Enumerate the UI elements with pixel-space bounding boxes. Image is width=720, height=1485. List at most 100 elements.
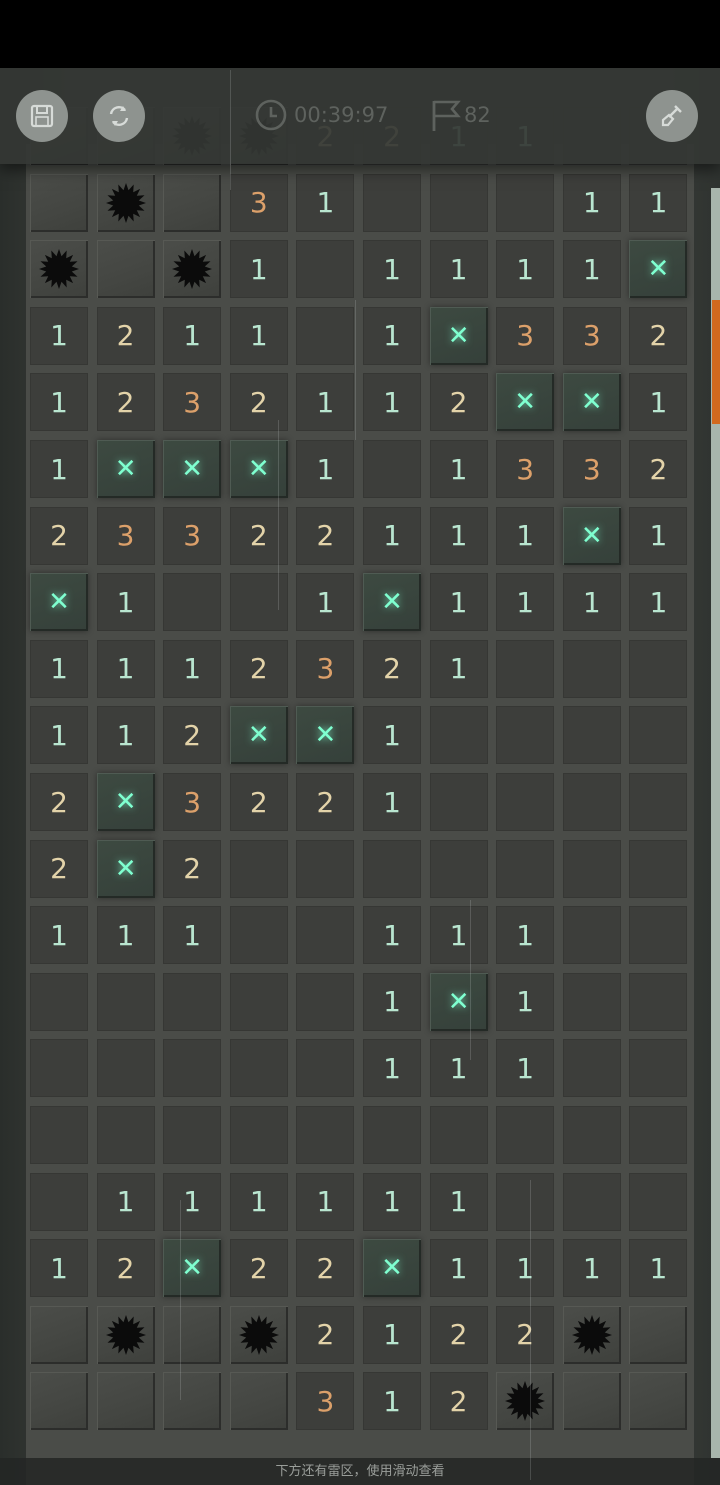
cell-number[interactable]: 1	[96, 906, 155, 965]
cell-empty[interactable]	[496, 839, 555, 898]
minefield-grid[interactable]: 2 2 1 1 3 1 1 1 1 1 1 1 1 ✕ 1 2 1 1 1 ✕ 3 3 2 1 2 3 2 1 1 2 ✕ ✕ 1 1 ✕ ✕ ✕ 1 1 3…	[26, 107, 694, 1485]
cell-empty[interactable]	[496, 173, 555, 232]
cell-number[interactable]: 1	[429, 1172, 488, 1231]
cell-empty[interactable]	[629, 1039, 688, 1098]
cell-number[interactable]: 1	[629, 373, 688, 432]
cell-empty[interactable]	[496, 773, 555, 831]
cell-number[interactable]: 1	[363, 373, 421, 432]
cell-number[interactable]: 1	[363, 906, 421, 965]
cell-number[interactable]: 2	[296, 506, 355, 565]
cell-empty[interactable]	[229, 972, 288, 1031]
cell-empty[interactable]	[562, 1039, 621, 1098]
cell-number[interactable]: 2	[163, 706, 222, 765]
cell-number[interactable]: 1	[363, 1305, 421, 1364]
cell-number[interactable]: 1	[363, 306, 421, 365]
cell-number[interactable]: 1	[96, 706, 155, 765]
cell-number[interactable]: 1	[429, 573, 488, 632]
cell-unrevealed[interactable]	[562, 1372, 621, 1431]
cell-number[interactable]: 1	[30, 1239, 88, 1298]
cell-number[interactable]: 2	[363, 639, 421, 698]
cell-number[interactable]: 1	[30, 706, 88, 765]
cell-empty[interactable]	[96, 1039, 155, 1098]
restart-button[interactable]	[93, 90, 145, 142]
cell-number[interactable]: 1	[562, 173, 621, 232]
cell-number[interactable]: 1	[96, 1172, 155, 1231]
cell-number[interactable]: 1	[229, 240, 288, 299]
cell-number[interactable]: 3	[163, 373, 222, 432]
cell-number[interactable]: 1	[429, 906, 488, 965]
cell-mine[interactable]	[96, 173, 155, 232]
cell-number[interactable]: 1	[496, 972, 555, 1031]
cell-number[interactable]: 1	[30, 639, 88, 698]
cell-empty[interactable]	[629, 906, 688, 965]
cell-number[interactable]: 3	[296, 639, 355, 698]
cell-empty[interactable]	[296, 1039, 355, 1098]
cell-number[interactable]: 2	[496, 1305, 555, 1364]
cell-number[interactable]: 1	[496, 1039, 555, 1098]
cell-empty[interactable]	[296, 1106, 355, 1164]
cell-number[interactable]: 1	[429, 506, 488, 565]
cell-number[interactable]: 3	[496, 440, 555, 498]
cell-empty[interactable]	[30, 1172, 88, 1231]
cell-number[interactable]: 2	[163, 839, 222, 898]
cell-empty[interactable]	[629, 773, 688, 831]
cell-number[interactable]: 3	[229, 173, 288, 232]
cell-unrevealed[interactable]	[163, 173, 222, 232]
cell-unrevealed[interactable]	[30, 1305, 88, 1364]
cell-number[interactable]: 3	[163, 506, 222, 565]
cell-unrevealed[interactable]	[96, 1372, 155, 1431]
cell-number[interactable]: 1	[163, 306, 222, 365]
cell-number[interactable]: 1	[429, 1239, 488, 1298]
cell-number[interactable]: 2	[229, 506, 288, 565]
cell-empty[interactable]	[562, 706, 621, 765]
cell-number[interactable]: 1	[363, 706, 421, 765]
cell-number[interactable]: 2	[96, 306, 155, 365]
cell-number[interactable]: 3	[163, 773, 222, 831]
cell-empty[interactable]	[496, 1106, 555, 1164]
cell-number[interactable]: 1	[363, 506, 421, 565]
cell-flagged[interactable]: ✕	[229, 440, 288, 498]
cell-empty[interactable]	[296, 906, 355, 965]
cell-flagged[interactable]: ✕	[163, 1239, 222, 1298]
cell-number[interactable]: 1	[163, 639, 222, 698]
cell-empty[interactable]	[629, 1106, 688, 1164]
cell-unrevealed[interactable]	[629, 1305, 688, 1364]
cell-empty[interactable]	[363, 839, 421, 898]
cell-flagged[interactable]: ✕	[229, 706, 288, 765]
cell-empty[interactable]	[629, 972, 688, 1031]
cell-number[interactable]: 1	[363, 240, 421, 299]
cell-unrevealed[interactable]	[163, 1372, 222, 1431]
cell-flagged[interactable]: ✕	[363, 573, 421, 632]
cell-empty[interactable]	[562, 906, 621, 965]
cell-empty[interactable]	[629, 1172, 688, 1231]
cell-number[interactable]: 3	[296, 1372, 355, 1431]
cell-empty[interactable]	[96, 1106, 155, 1164]
cell-number[interactable]: 1	[429, 440, 488, 498]
cell-empty[interactable]	[363, 440, 421, 498]
cell-flagged[interactable]: ✕	[429, 306, 488, 365]
cell-empty[interactable]	[496, 639, 555, 698]
cell-number[interactable]: 1	[496, 506, 555, 565]
cell-mine[interactable]	[163, 240, 222, 299]
cell-empty[interactable]	[30, 972, 88, 1031]
cell-number[interactable]: 2	[429, 1305, 488, 1364]
cell-unrevealed[interactable]	[229, 1372, 288, 1431]
cell-number[interactable]: 2	[30, 773, 88, 831]
cell-number[interactable]: 1	[163, 906, 222, 965]
cell-empty[interactable]	[629, 706, 688, 765]
cell-number[interactable]: 1	[229, 1172, 288, 1231]
cell-number[interactable]: 1	[429, 639, 488, 698]
cell-empty[interactable]	[296, 306, 355, 365]
cell-number[interactable]: 1	[163, 1172, 222, 1231]
cell-number[interactable]: 1	[296, 573, 355, 632]
cell-flagged[interactable]: ✕	[629, 240, 688, 299]
cell-number[interactable]: 1	[629, 1239, 688, 1298]
cell-number[interactable]: 2	[429, 373, 488, 432]
cell-empty[interactable]	[229, 1106, 288, 1164]
cell-empty[interactable]	[429, 839, 488, 898]
cell-empty[interactable]	[30, 1106, 88, 1164]
cell-number[interactable]: 3	[562, 440, 621, 498]
cell-empty[interactable]	[163, 573, 222, 632]
cell-number[interactable]: 1	[629, 506, 688, 565]
cell-flagged[interactable]: ✕	[96, 839, 155, 898]
